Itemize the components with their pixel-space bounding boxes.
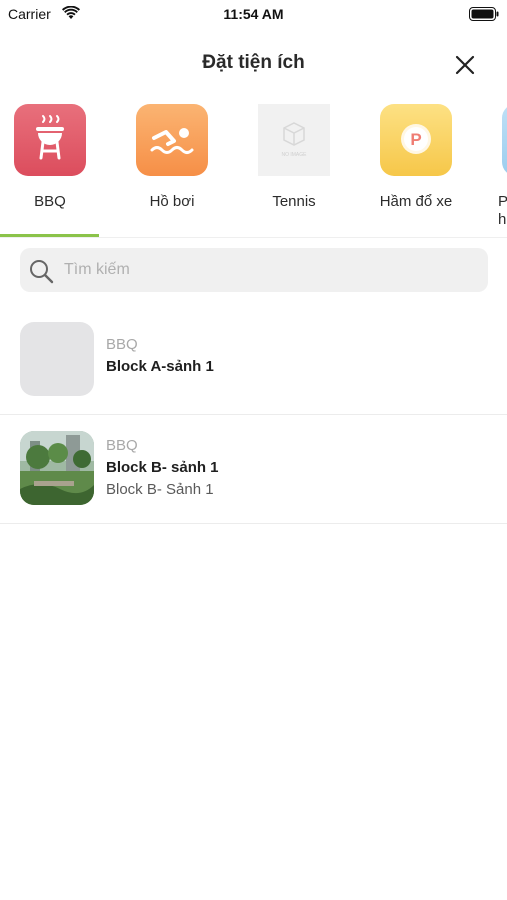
- tab-label: P ho: [498, 193, 507, 228]
- battery-icon: [469, 7, 499, 21]
- no-image-placeholder: NO IMAGE: [258, 104, 330, 176]
- empty-thumbnail: [20, 322, 94, 396]
- item-address: Block B- Sảnh 1: [106, 481, 214, 498]
- garden-photo: [20, 431, 94, 505]
- tab-swimming-pool[interactable]: Hồ bơi: [122, 100, 222, 238]
- tab-label: Tennis: [272, 193, 316, 210]
- swimmer-icon: [136, 104, 208, 176]
- search-icon: [30, 260, 54, 284]
- status-bar: Carrier 11:54 AM: [0, 0, 507, 30]
- tab-parking[interactable]: P Hầm đổ xe: [366, 100, 466, 238]
- partial-category-icon: [502, 104, 507, 176]
- tab-label: Hồ bơi: [149, 193, 195, 210]
- item-category: BBQ: [106, 336, 138, 353]
- divider: [0, 237, 507, 238]
- tab-label: Hầm đổ xe: [379, 193, 453, 210]
- item-category: BBQ: [106, 437, 138, 454]
- category-tabs: BBQ Hồ bơi NO IMAGE Tennis P Hầm đổ xe P…: [0, 100, 507, 238]
- status-time: 11:54 AM: [223, 6, 284, 22]
- tab-tennis[interactable]: NO IMAGE Tennis: [244, 100, 344, 238]
- tab-partial[interactable]: P ho: [488, 100, 507, 238]
- item-name: Block B- sảnh 1: [106, 459, 219, 476]
- grill-icon: [14, 104, 86, 176]
- tab-bbq[interactable]: BBQ: [0, 100, 100, 238]
- item-name: Block A-sảnh 1: [106, 358, 214, 375]
- header: Đặt tiện ích: [0, 44, 507, 84]
- close-icon[interactable]: [452, 52, 478, 78]
- tab-label: BBQ: [34, 193, 66, 210]
- svg-text:P: P: [410, 130, 421, 149]
- search-input[interactable]: [64, 248, 474, 292]
- page-title: Đặt tiện ích: [202, 52, 305, 73]
- list-item[interactable]: BBQ Block B- sảnh 1 Block B- Sảnh 1: [0, 414, 507, 524]
- list-item[interactable]: BBQ Block A-sảnh 1: [0, 305, 507, 415]
- search-bar: [20, 248, 488, 292]
- parking-icon: P: [380, 104, 452, 176]
- svg-text:NO IMAGE: NO IMAGE: [281, 152, 307, 158]
